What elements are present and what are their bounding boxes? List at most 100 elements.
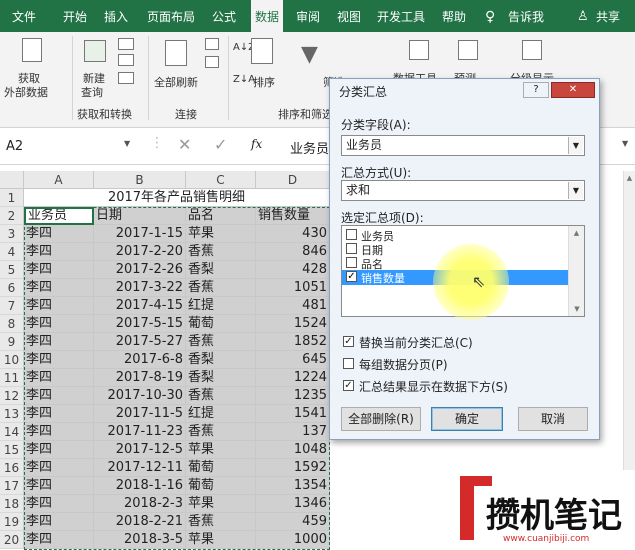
sort-za-icon[interactable]: Z↓A [233, 74, 255, 85]
ok-button[interactable]: 确定 [431, 407, 503, 431]
sheet-title-cell[interactable]: 2017年各产品销售明细 [24, 189, 330, 207]
table-cell[interactable]: 2017-12-5 [94, 441, 186, 459]
header-cell[interactable]: 销售数量 [256, 207, 330, 225]
refresh-all-label[interactable]: 全部刷新 [154, 74, 198, 90]
tab-help[interactable]: 帮助 [442, 0, 466, 32]
item-checkbox[interactable] [346, 243, 357, 254]
table-cell[interactable]: 2017-1-15 [94, 225, 186, 243]
row-header[interactable]: 2 [0, 207, 24, 225]
table-cell[interactable]: 1235 [256, 387, 330, 405]
table-cell[interactable]: 2017-2-26 [94, 261, 186, 279]
external-data-label[interactable]: 外部数据 [4, 84, 48, 100]
table-cell[interactable]: 2018-1-16 [94, 477, 186, 495]
table-cell[interactable]: 李四 [24, 531, 94, 549]
table-cell[interactable]: 李四 [24, 333, 94, 351]
table-cell[interactable]: 李四 [24, 513, 94, 531]
table-cell[interactable]: 2017-4-15 [94, 297, 186, 315]
table-cell[interactable]: 1346 [256, 495, 330, 513]
expand-formula-icon[interactable]: ▼ [622, 139, 628, 148]
column-header[interactable]: A [24, 171, 94, 189]
row-header[interactable]: 19 [0, 513, 24, 531]
list-item[interactable]: 日期 [342, 242, 568, 257]
page-break-checkbox[interactable] [343, 358, 354, 369]
sort-label[interactable]: 排序 [253, 74, 275, 90]
table-cell[interactable]: 李四 [24, 315, 94, 333]
row-header[interactable]: 16 [0, 459, 24, 477]
show-queries-icon[interactable] [118, 38, 134, 50]
row-header[interactable]: 4 [0, 243, 24, 261]
table-cell[interactable]: 137 [256, 423, 330, 441]
table-cell[interactable]: 2017-11-5 [94, 405, 186, 423]
table-cell[interactable]: 苹果 [186, 495, 256, 513]
row-header[interactable]: 15 [0, 441, 24, 459]
table-cell[interactable]: 香蕉 [186, 243, 256, 261]
table-cell[interactable]: 香梨 [186, 261, 256, 279]
table-cell[interactable]: 李四 [24, 225, 94, 243]
table-cell[interactable]: 2017-12-11 [94, 459, 186, 477]
list-item-selected[interactable]: ✓ 销售数量 [342, 270, 568, 285]
table-cell[interactable]: 香梨 [186, 369, 256, 387]
table-cell[interactable]: 李四 [24, 297, 94, 315]
list-item[interactable]: 品名 [342, 256, 568, 271]
share-button[interactable]: 共享 [596, 0, 620, 32]
table-cell[interactable]: 香蕉 [186, 423, 256, 441]
page-break-label[interactable]: 每组数据分页(P) [359, 356, 448, 373]
table-cell[interactable]: 645 [256, 351, 330, 369]
row-header[interactable]: 5 [0, 261, 24, 279]
table-cell[interactable]: 李四 [24, 423, 94, 441]
table-cell[interactable]: 1592 [256, 459, 330, 477]
tab-home[interactable]: 开始 [63, 0, 87, 32]
table-cell[interactable]: 2017-5-27 [94, 333, 186, 351]
table-cell[interactable]: 1224 [256, 369, 330, 387]
row-header[interactable]: 9 [0, 333, 24, 351]
table-cell[interactable]: 2017-11-23 [94, 423, 186, 441]
table-cell[interactable]: 1000 [256, 531, 330, 549]
row-header[interactable]: 11 [0, 369, 24, 387]
row-header[interactable]: 6 [0, 279, 24, 297]
column-header[interactable]: D [256, 171, 330, 189]
table-cell[interactable]: 1524 [256, 315, 330, 333]
table-cell[interactable]: 香蕉 [186, 387, 256, 405]
tab-insert[interactable]: 插入 [104, 0, 128, 32]
column-header[interactable]: B [94, 171, 186, 189]
scroll-up-icon[interactable]: ▲ [569, 229, 584, 237]
summary-below-label[interactable]: 汇总结果显示在数据下方(S) [359, 378, 508, 395]
row-header[interactable]: 17 [0, 477, 24, 495]
table-cell[interactable]: 李四 [24, 405, 94, 423]
item-checkbox-checked[interactable]: ✓ [346, 271, 357, 282]
tab-data[interactable]: 数据 [251, 0, 284, 32]
row-header[interactable]: 20 [0, 531, 24, 549]
table-cell[interactable]: 481 [256, 297, 330, 315]
table-cell[interactable]: 430 [256, 225, 330, 243]
table-cell[interactable]: 香梨 [186, 351, 256, 369]
table-cell[interactable]: 1051 [256, 279, 330, 297]
table-cell[interactable]: 李四 [24, 495, 94, 513]
tab-developer[interactable]: 开发工具 [377, 0, 425, 32]
table-cell[interactable]: 2017-5-15 [94, 315, 186, 333]
table-cell[interactable]: 2018-2-21 [94, 513, 186, 531]
table-cell[interactable]: 1852 [256, 333, 330, 351]
table-cell[interactable]: 李四 [24, 441, 94, 459]
replace-checkbox[interactable]: ✓ [343, 336, 354, 347]
row-header[interactable]: 18 [0, 495, 24, 513]
enter-icon[interactable]: ✓ [214, 135, 227, 154]
row-header[interactable]: 10 [0, 351, 24, 369]
field-combo[interactable]: 业务员 ▼ [341, 135, 585, 156]
chevron-down-icon[interactable]: ▼ [568, 137, 583, 154]
item-checkbox[interactable] [346, 229, 357, 240]
formula-content[interactable]: 业务员 [290, 138, 329, 157]
close-button[interactable]: ✕ [551, 82, 595, 98]
row-header[interactable]: 8 [0, 315, 24, 333]
help-button[interactable]: ? [523, 82, 549, 98]
table-cell[interactable]: 李四 [24, 459, 94, 477]
list-item[interactable]: 业务员 [342, 228, 568, 243]
table-cell[interactable]: 428 [256, 261, 330, 279]
table-cell[interactable]: 葡萄 [186, 477, 256, 495]
table-cell[interactable]: 2018-2-3 [94, 495, 186, 513]
row-header[interactable]: 1 [0, 189, 24, 207]
connections-icon[interactable] [205, 38, 219, 50]
table-cell[interactable]: 1541 [256, 405, 330, 423]
table-cell[interactable]: 李四 [24, 369, 94, 387]
name-box-dropdown-icon[interactable]: ▼ [124, 139, 130, 148]
table-cell[interactable]: 香蕉 [186, 279, 256, 297]
